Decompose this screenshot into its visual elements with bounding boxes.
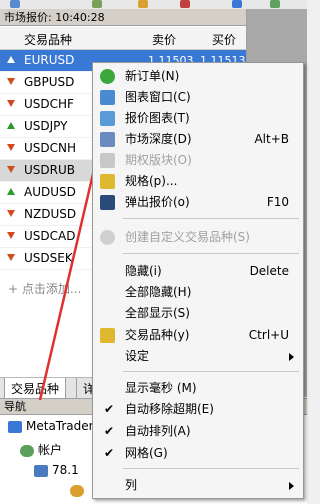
menu-item-show-milliseconds[interactable]: 显示毫秒 (M) bbox=[93, 378, 303, 399]
submenu-arrow-icon bbox=[289, 482, 294, 490]
specification-icon bbox=[100, 174, 115, 189]
menu-item-specification[interactable]: 规格(p)... bbox=[93, 171, 303, 192]
menu-item-auto-arrange[interactable]: ✔ 自动排列(A) bbox=[93, 421, 303, 442]
menu-item-label: 全部显示(S) bbox=[125, 306, 190, 320]
menu-item-label: 网格(G) bbox=[125, 446, 168, 460]
menu-separator bbox=[123, 218, 299, 219]
menu-item-label: 交易品种(y) bbox=[125, 328, 190, 342]
checkmark-icon: ✔ bbox=[104, 446, 115, 460]
menu-item-label: 新订单(N) bbox=[125, 69, 180, 83]
menu-separator bbox=[123, 253, 299, 254]
menu-item-label: 图表窗口(C) bbox=[125, 90, 191, 104]
menu-item-tick-chart[interactable]: 报价图表(T) bbox=[93, 108, 303, 129]
menu-item-options-board[interactable]: 期权版块(O) bbox=[93, 150, 303, 171]
add-custom-icon bbox=[100, 230, 115, 245]
menu-item-label: 设定 bbox=[125, 349, 150, 363]
menu-item-chart-window[interactable]: 图表窗口(C) bbox=[93, 87, 303, 108]
checkmark-icon: ✔ bbox=[104, 424, 115, 438]
chart-window-icon bbox=[100, 90, 115, 105]
menu-item-hide[interactable]: 隐藏(i) Delete bbox=[93, 261, 303, 282]
symbols-icon bbox=[100, 328, 115, 343]
new-order-icon bbox=[100, 69, 115, 84]
menu-item-auto-remove[interactable]: ✔ 自动移除超期(E) bbox=[93, 399, 303, 420]
options-board-icon bbox=[100, 153, 115, 168]
menu-item-symbols[interactable]: 交易品种(y) Ctrl+U bbox=[93, 325, 303, 346]
menu-item-label: 显示毫秒 (M) bbox=[125, 381, 197, 395]
menu-item-label: 自动移除超期(E) bbox=[125, 402, 214, 416]
menu-item-custom-symbol[interactable]: 创建自定义交易品种(S) bbox=[93, 227, 303, 248]
depth-of-market-icon bbox=[100, 132, 115, 147]
menu-item-sets[interactable]: 设定 bbox=[93, 346, 303, 367]
menu-item-label: 创建自定义交易品种(S) bbox=[125, 230, 250, 244]
menu-separator bbox=[123, 468, 299, 469]
checkmark-icon: ✔ bbox=[104, 402, 115, 416]
context-menu: 新订单(N) 图表窗口(C) 报价图表(T) 市场深度(D) Alt+B 期权版… bbox=[92, 62, 304, 499]
submenu-arrow-icon bbox=[289, 353, 294, 361]
menu-item-hide-all[interactable]: 全部隐藏(H) bbox=[93, 282, 303, 303]
menu-item-columns[interactable]: 列 bbox=[93, 475, 303, 496]
menu-item-show-all[interactable]: 全部显示(S) bbox=[93, 303, 303, 324]
menu-item-label: 隐藏(i) bbox=[125, 264, 162, 278]
menu-item-label: 期权版块(O) bbox=[125, 153, 192, 167]
menu-item-shortcut: F10 bbox=[266, 195, 289, 209]
popup-prices-icon bbox=[100, 195, 115, 210]
menu-item-label: 市场深度(D) bbox=[125, 132, 192, 146]
menu-item-new-order[interactable]: 新订单(N) bbox=[93, 66, 303, 87]
menu-item-shortcut: Delete bbox=[249, 264, 289, 278]
menu-item-label: 全部隐藏(H) bbox=[125, 285, 192, 299]
menu-item-label: 弹出报价(o) bbox=[125, 195, 190, 209]
menu-item-label: 自动排列(A) bbox=[125, 424, 191, 438]
menu-item-popup-prices[interactable]: 弹出报价(o) F10 bbox=[93, 192, 303, 213]
menu-item-label: 列 bbox=[125, 478, 138, 492]
menu-separator bbox=[123, 371, 299, 372]
menu-item-grid[interactable]: ✔ 网格(G) bbox=[93, 443, 303, 464]
menu-item-label: 报价图表(T) bbox=[125, 111, 190, 125]
menu-item-market-depth[interactable]: 市场深度(D) Alt+B bbox=[93, 129, 303, 150]
tick-chart-icon bbox=[100, 111, 115, 126]
menu-item-shortcut: Alt+B bbox=[254, 132, 289, 146]
menu-item-shortcut: Ctrl+U bbox=[248, 328, 289, 342]
menu-item-label: 规格(p)... bbox=[125, 174, 178, 188]
